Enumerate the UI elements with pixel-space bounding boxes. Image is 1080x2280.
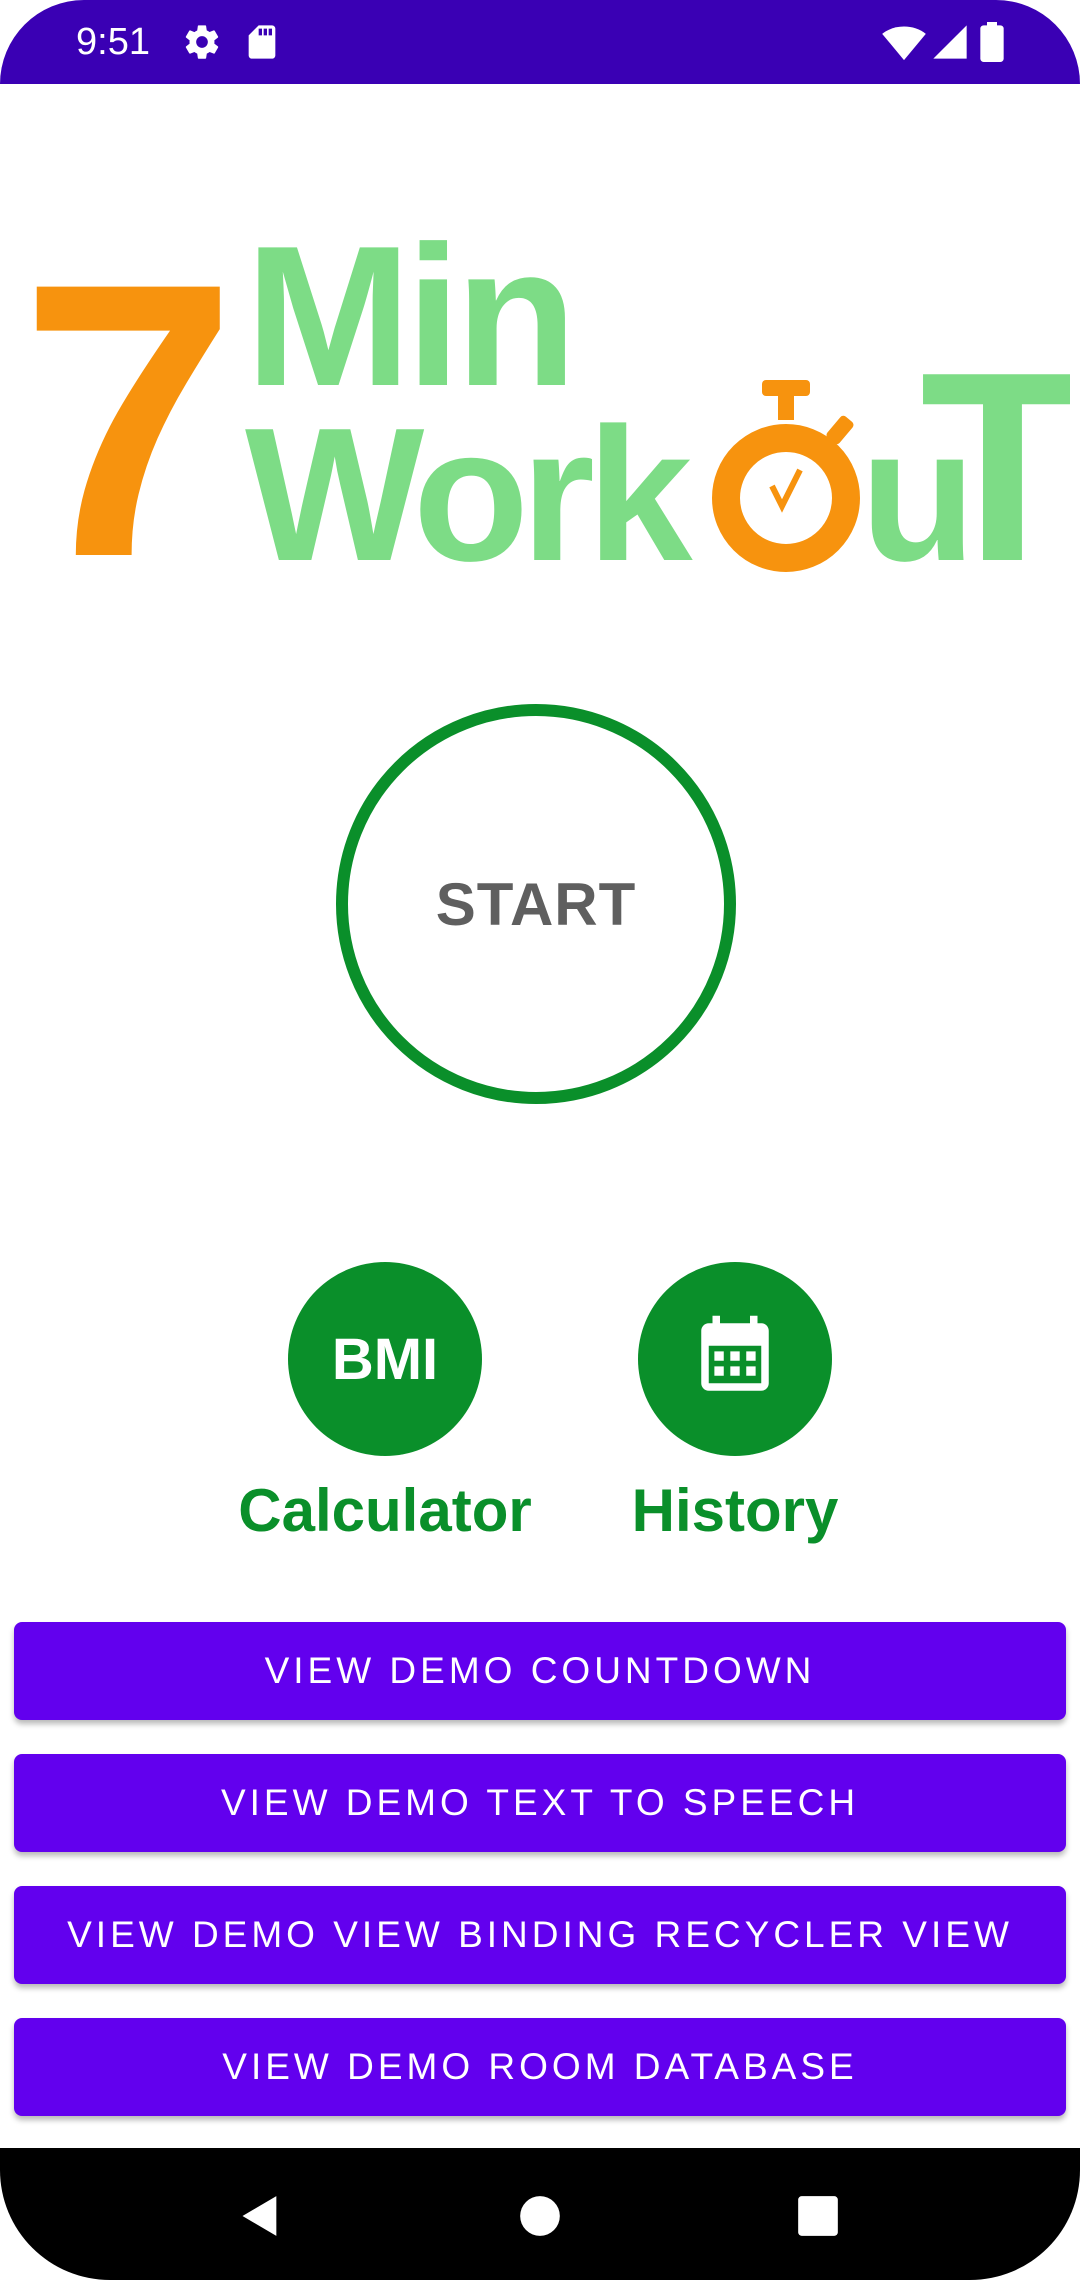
start-button[interactable]: START [336,704,736,1104]
view-demo-room-database-button[interactable]: VIEW DEMO ROOM DATABASE [14,2018,1066,2116]
view-demo-text-to-speech-button[interactable]: VIEW DEMO TEXT TO SPEECH [14,1754,1066,1852]
history-button[interactable] [638,1262,832,1456]
settings-icon [182,22,222,62]
logo-seven: 7 [20,210,237,590]
calculator-caption: Calculator [238,1477,532,1544]
view-demo-view-binding-recycler-view-button[interactable]: VIEW DEMO VIEW BINDING RECYCLER VIEW [14,1886,1066,1984]
recents-icon[interactable] [790,2188,846,2244]
cell-signal-icon [930,22,970,62]
status-time: 9:51 [76,21,150,63]
start-label: START [435,870,637,938]
sd-card-icon [242,22,282,62]
home-icon[interactable] [512,2188,568,2244]
bmi-label: BMI [331,1326,439,1392]
back-icon[interactable] [232,2188,288,2244]
history-caption: History [631,1477,839,1544]
stopwatch-icon [712,380,860,572]
calendar-icon [690,1312,780,1407]
logo-work: Work [245,389,693,590]
battery-icon [978,22,1010,62]
app-logo: 7 Min Work u T [20,202,1080,638]
status-bar: 9:51 [0,0,1080,84]
wifi-icon [882,22,926,62]
logo-t: T [920,317,1070,590]
view-demo-countdown-button[interactable]: VIEW DEMO COUNTDOWN [14,1622,1066,1720]
bmi-calculator-button[interactable]: BMI [288,1262,482,1456]
navigation-bar [0,2148,1080,2280]
